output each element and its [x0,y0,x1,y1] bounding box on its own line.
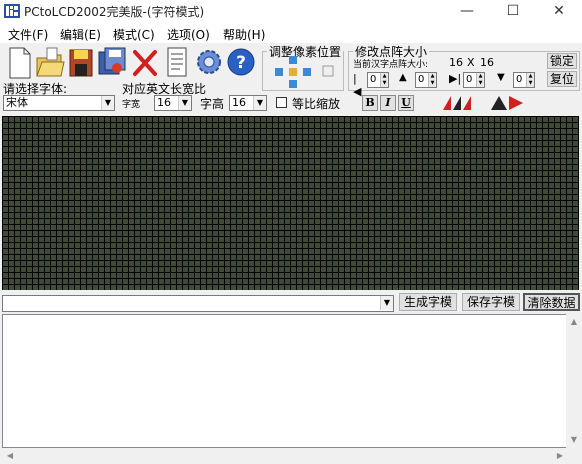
shrink-top-icon[interactable]: ▲ [399,72,411,86]
scroll-down-arrow-icon[interactable]: ▼ [566,432,582,448]
menu-help[interactable]: 帮助(H) [223,26,265,43]
proportional-scale-checkbox[interactable] [276,97,287,108]
input-text-combo[interactable]: ▼ [2,295,394,312]
underline-button[interactable]: U [398,95,414,111]
document-icon[interactable] [162,44,192,80]
pixel-arrows-icon[interactable] [265,54,343,90]
title-bar: PCtoLCD2002完美版-(字符模式) — ☐ ✕ [0,0,582,23]
output-text-area[interactable] [2,314,568,448]
dot-x-label: X [467,56,475,69]
char-height-select[interactable]: 16 ▼ [229,95,267,111]
shrink-right-icon[interactable]: ▶| [449,72,461,86]
menu-options[interactable]: 选项(O) [167,26,210,43]
delete-icon[interactable] [130,44,160,80]
menu-file[interactable]: 文件(F) [8,26,48,43]
italic-button[interactable]: I [380,95,396,111]
shrink-bottom-icon[interactable]: ▼ [497,72,509,86]
window-title: PCtoLCD2002完美版-(字符模式) [24,5,205,19]
dot-matrix-grid[interactable] [2,116,579,290]
open-folder-icon[interactable] [35,44,65,80]
dot-height-value: 16 [480,56,494,69]
svg-text:?: ? [236,53,246,73]
dot-size-group: 修改点阵大小 当前汉字点阵大小: 16 X 16 |◀ 0 ▲ ▼ ▲ 0 ▲ ▼ ▶|… [348,43,580,98]
save-icon[interactable] [66,44,96,80]
menu-bar: 文件(F) 编辑(E) 模式(C) 选项(O) 帮助(H) [0,23,582,43]
left-spin[interactable]: 0 ▲ ▼ [367,72,389,88]
proportional-scale-label: 等比缩放 [292,97,341,111]
vertical-scrollbar[interactable]: ▲ ▼ [566,314,582,448]
confirm-size-button[interactable]: 锁定 [547,53,577,69]
settings-gear-icon[interactable] [194,44,224,80]
shrink-left-icon[interactable]: |◀ [353,72,365,98]
scroll-up-arrow-icon[interactable]: ▲ [566,314,582,330]
current-dot-size-label: 当前汉字点阵大小: [353,60,429,70]
save-font-button[interactable]: 保存字模 [462,293,520,311]
app-icon [4,4,20,18]
clear-data-button[interactable]: 清除数据 [523,293,580,311]
horizontal-scrollbar[interactable]: ◀ ▶ [2,448,568,464]
maximize-button[interactable]: ☐ [490,0,536,23]
menu-edit[interactable]: 编辑(E) [60,26,101,43]
batch-save-icon[interactable] [97,44,127,80]
scroll-left-arrow-icon[interactable]: ◀ [2,448,18,464]
generate-font-button[interactable]: 生成字模 [399,293,457,311]
bottom-spin[interactable]: 0 ▲ ▼ [513,72,535,88]
close-button[interactable]: ✕ [536,0,582,23]
new-file-icon[interactable] [4,44,34,80]
flip-horizontal-icon[interactable] [441,94,477,112]
char-height-label: 字高 [200,97,225,111]
right-spin[interactable]: 0 ▲ ▼ [463,72,485,88]
bold-button[interactable]: B [362,95,378,111]
help-icon[interactable]: ? [226,44,256,80]
scroll-right-arrow-icon[interactable]: ▶ [552,448,568,464]
reset-size-button[interactable]: 复位 [547,71,577,87]
top-spin[interactable]: 0 ▲ ▼ [415,72,437,88]
dot-width-value: 16 [449,56,463,69]
char-width-label: 字宽 [122,100,141,110]
minimize-button[interactable]: — [444,0,490,23]
flip-vertical-icon[interactable] [489,94,525,112]
font-family-select[interactable]: 宋体 ▼ [3,95,115,111]
char-width-select[interactable]: 16 ▼ [154,95,192,111]
menu-mode[interactable]: 模式(C) [113,26,155,43]
pixel-position-group: 调整像素位置 [262,43,344,91]
